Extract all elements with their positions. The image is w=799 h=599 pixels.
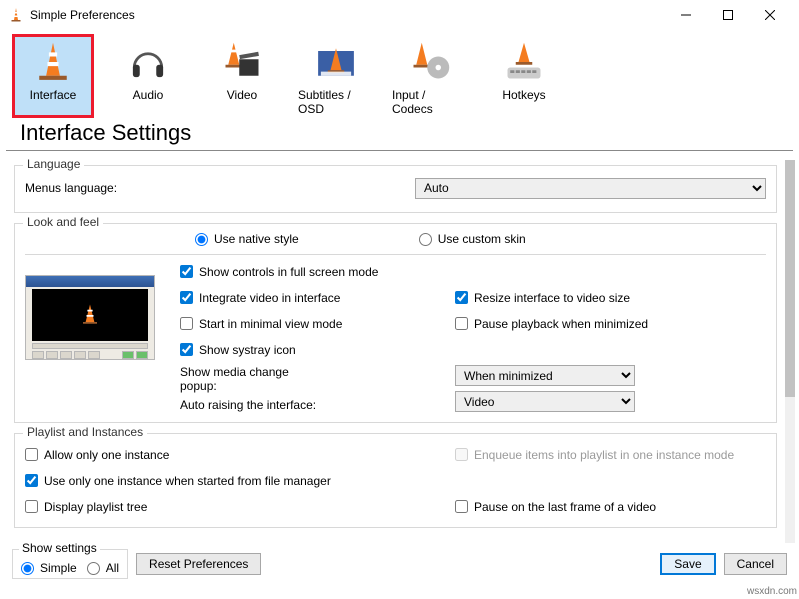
media-popup-select[interactable]: When minimized	[455, 365, 635, 386]
radio-show-all-label: All	[106, 561, 119, 575]
chk-minimal-view[interactable]: Start in minimal view mode	[180, 313, 455, 334]
tab-subtitles[interactable]: Subtitles / OSD	[296, 34, 376, 118]
radio-show-all[interactable]: All	[87, 561, 119, 575]
tab-label: Subtitles / OSD	[298, 88, 374, 116]
show-settings-group: Show settings Simple All	[12, 549, 128, 579]
chk-allow-one-instance[interactable]: Allow only one instance	[25, 444, 455, 465]
reset-preferences-button[interactable]: Reset Preferences	[136, 553, 261, 575]
group-look-and-feel: Look and feel Use native style Use custo…	[14, 223, 777, 423]
minimize-button[interactable]	[665, 1, 707, 29]
chk-pause-minimized-label: Pause playback when minimized	[474, 317, 648, 331]
tab-label: Hotkeys	[502, 88, 545, 102]
radio-show-simple[interactable]: Simple	[21, 561, 77, 575]
tab-audio[interactable]: Audio	[108, 34, 188, 118]
radio-show-all-input[interactable]	[87, 562, 100, 575]
chk-resize-interface-label: Resize interface to video size	[474, 291, 630, 305]
close-button[interactable]	[749, 1, 791, 29]
page-title: Interface Settings	[6, 118, 793, 151]
tab-video[interactable]: Video	[202, 34, 282, 118]
radio-native-style[interactable]: Use native style	[195, 232, 299, 246]
chk-integrate-video[interactable]: Integrate video in interface	[180, 287, 455, 308]
radio-custom-skin-label: Use custom skin	[438, 232, 526, 246]
vertical-scrollbar[interactable]	[785, 160, 795, 543]
cancel-button[interactable]: Cancel	[724, 553, 787, 575]
menus-language-select[interactable]: Auto	[415, 178, 766, 199]
chk-display-playlist-tree-label: Display playlist tree	[44, 500, 147, 514]
chk-one-instance-filemgr-label: Use only one instance when started from …	[44, 474, 331, 488]
tab-interface[interactable]: Interface	[12, 34, 94, 118]
radio-native-style-label: Use native style	[214, 232, 299, 246]
clapperboard-cone-icon	[218, 38, 266, 86]
headphones-icon	[124, 38, 172, 86]
radio-custom-skin[interactable]: Use custom skin	[419, 232, 526, 246]
chk-systray-icon[interactable]: Show systray icon	[180, 339, 455, 360]
chk-allow-one-instance-label: Allow only one instance	[44, 448, 169, 462]
subtitle-cone-icon	[312, 38, 360, 86]
chk-fullscreen-controls[interactable]: Show controls in full screen mode	[180, 261, 455, 282]
autoraise-select[interactable]: Video	[455, 391, 635, 412]
disc-cone-icon	[406, 38, 454, 86]
group-language: Language Menus language: Auto	[14, 165, 777, 213]
media-popup-label: Show media change popup:	[180, 365, 320, 393]
tab-hotkeys[interactable]: Hotkeys	[484, 34, 564, 118]
chk-fullscreen-controls-input[interactable]	[180, 265, 193, 278]
chk-systray-icon-label: Show systray icon	[199, 343, 296, 357]
group-playlist-instances: Playlist and Instances Allow only one in…	[14, 433, 777, 528]
chk-integrate-video-label: Integrate video in interface	[199, 291, 340, 305]
chk-fullscreen-controls-label: Show controls in full screen mode	[199, 265, 378, 279]
scrollbar-thumb[interactable]	[785, 160, 795, 397]
interface-preview-thumbnail	[25, 275, 155, 360]
chk-integrate-video-input[interactable]	[180, 291, 193, 304]
settings-tabbar: Interface Audio Video	[0, 30, 799, 118]
tab-label: Input / Codecs	[392, 88, 468, 116]
chk-minimal-view-input[interactable]	[180, 317, 193, 330]
cone-icon	[29, 38, 77, 86]
group-label-language: Language	[23, 157, 84, 171]
keyboard-cone-icon	[500, 38, 548, 86]
tab-label: Video	[227, 88, 257, 102]
chk-one-instance-filemgr[interactable]: Use only one instance when started from …	[25, 470, 455, 491]
group-label-lookfeel: Look and feel	[23, 215, 103, 229]
autoraise-label: Auto raising the interface:	[180, 398, 320, 412]
chk-pause-minimized-input[interactable]	[455, 317, 468, 330]
tab-label: Interface	[30, 88, 77, 102]
chk-allow-one-instance-input[interactable]	[25, 448, 38, 461]
chk-enqueue-one-instance-input	[455, 448, 468, 461]
maximize-button[interactable]	[707, 1, 749, 29]
menus-language-label: Menus language:	[25, 181, 205, 195]
chk-pause-last-frame-label: Pause on the last frame of a video	[474, 500, 656, 514]
chk-enqueue-one-instance-label: Enqueue items into playlist in one insta…	[474, 448, 734, 462]
radio-native-style-input[interactable]	[195, 233, 208, 246]
tab-input-codecs[interactable]: Input / Codecs	[390, 34, 470, 118]
settings-scroll-area: Language Menus language: Auto Look and f…	[0, 155, 799, 549]
radio-show-simple-label: Simple	[40, 561, 77, 575]
window-title: Simple Preferences	[30, 8, 665, 22]
chk-resize-interface-input[interactable]	[455, 291, 468, 304]
tab-label: Audio	[133, 88, 164, 102]
titlebar: Simple Preferences	[0, 0, 799, 30]
show-settings-legend: Show settings	[19, 541, 100, 555]
chk-enqueue-one-instance: Enqueue items into playlist in one insta…	[455, 444, 766, 465]
chk-display-playlist-tree-input[interactable]	[25, 500, 38, 513]
chk-pause-last-frame[interactable]: Pause on the last frame of a video	[455, 496, 766, 517]
save-button[interactable]: Save	[660, 553, 715, 575]
chk-display-playlist-tree[interactable]: Display playlist tree	[25, 496, 455, 517]
radio-custom-skin-input[interactable]	[419, 233, 432, 246]
footer-bar: Show settings Simple All Reset Preferenc…	[0, 549, 799, 579]
chk-pause-last-frame-input[interactable]	[455, 500, 468, 513]
chk-systray-icon-input[interactable]	[180, 343, 193, 356]
chk-minimal-view-label: Start in minimal view mode	[199, 317, 342, 331]
group-label-playlist: Playlist and Instances	[23, 425, 147, 439]
app-icon	[8, 7, 24, 23]
radio-show-simple-input[interactable]	[21, 562, 34, 575]
chk-resize-interface[interactable]: Resize interface to video size	[455, 287, 766, 308]
chk-one-instance-filemgr-input[interactable]	[25, 474, 38, 487]
chk-pause-minimized[interactable]: Pause playback when minimized	[455, 313, 766, 334]
watermark-text: wsxdn.com	[747, 586, 797, 597]
